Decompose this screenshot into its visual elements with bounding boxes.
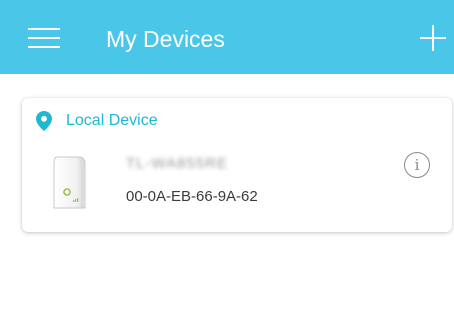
plus-vertical: [432, 25, 434, 51]
menu-line: [28, 46, 60, 48]
location-pin-icon: [36, 111, 52, 131]
app-screen: My Devices Local Device TL-WA855RE 00-0A…: [0, 0, 454, 335]
menu-line: [28, 28, 60, 30]
local-device-card: Local Device TL-WA855RE 00-0A-EB-66-9A-6…: [22, 98, 452, 232]
section-title: Local Device: [66, 112, 158, 129]
plus-icon[interactable]: [420, 24, 448, 52]
info-glyph: i: [414, 156, 420, 174]
device-name: TL-WA855RE: [126, 155, 228, 172]
device-mac-address: 00-0A-EB-66-9A-62: [126, 188, 258, 205]
hamburger-menu-icon[interactable]: [28, 27, 62, 49]
section-header: Local Device: [36, 110, 158, 132]
range-extender-icon: [53, 156, 86, 209]
app-header: My Devices: [0, 0, 454, 74]
info-icon[interactable]: i: [404, 152, 430, 178]
device-list-item[interactable]: TL-WA855RE 00-0A-EB-66-9A-62 i: [22, 142, 452, 222]
menu-line: [28, 37, 60, 39]
page-title: My Devices: [106, 26, 225, 52]
